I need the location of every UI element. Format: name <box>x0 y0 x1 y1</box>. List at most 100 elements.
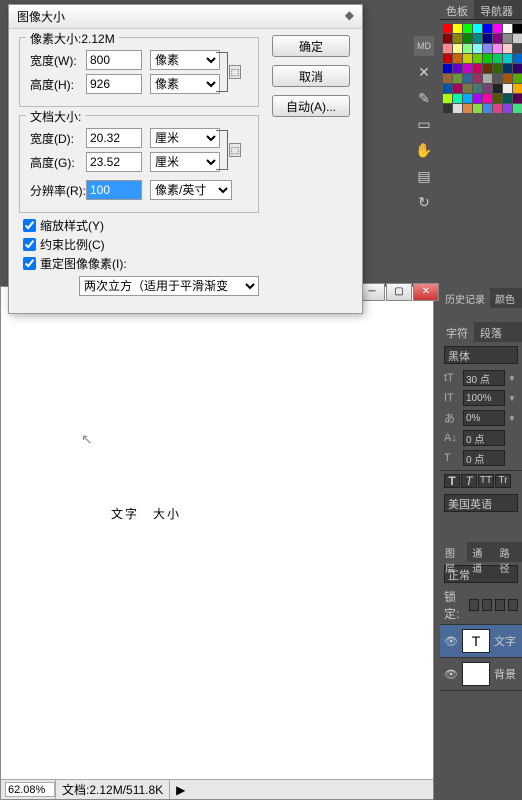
swatch[interactable] <box>453 94 462 103</box>
doc-width-input[interactable] <box>86 128 142 148</box>
swatch[interactable] <box>493 44 502 53</box>
smudge-tool-icon[interactable]: ↻ <box>414 192 434 212</box>
pixel-height-input[interactable] <box>86 74 142 94</box>
scale-styles-checkbox[interactable] <box>23 219 36 232</box>
allcaps-button[interactable]: TT <box>478 474 494 488</box>
swatch[interactable] <box>453 24 462 33</box>
font-family-select[interactable]: 黑体 <box>444 346 518 364</box>
swatch[interactable] <box>473 44 482 53</box>
maximize-button[interactable]: ▢ <box>386 283 412 301</box>
lock-pixels-icon[interactable] <box>482 599 492 611</box>
link-icon[interactable]: ⬚ <box>229 143 241 157</box>
swatch[interactable] <box>503 94 512 103</box>
resolution-unit[interactable]: 像素/英寸 <box>150 180 232 200</box>
dialog-titlebar[interactable]: 图像大小 ◆ <box>9 5 362 29</box>
tracking-input[interactable] <box>463 410 505 426</box>
italic-button[interactable]: T <box>461 474 477 488</box>
dropdown-icon[interactable]: ▼ <box>508 394 516 403</box>
swatch[interactable] <box>463 54 472 63</box>
font-size-input[interactable] <box>463 370 505 386</box>
swatch[interactable] <box>493 104 502 113</box>
swatch[interactable] <box>513 24 522 33</box>
swatch[interactable] <box>503 74 512 83</box>
swatch[interactable] <box>473 34 482 43</box>
swatch[interactable] <box>493 74 502 83</box>
swatch[interactable] <box>453 84 462 93</box>
tab-channels[interactable]: 通道 <box>467 542 494 562</box>
swatch[interactable] <box>443 34 452 43</box>
brush-tool-icon[interactable]: ✎ <box>414 88 434 108</box>
swatch[interactable] <box>503 34 512 43</box>
swatch[interactable] <box>503 44 512 53</box>
bold-button[interactable]: T <box>444 474 460 488</box>
swatch[interactable] <box>473 64 482 73</box>
tab-character[interactable]: 字符 <box>440 322 474 342</box>
swatch[interactable] <box>473 74 482 83</box>
language-select[interactable]: 美国英语 <box>444 494 518 512</box>
swatch[interactable] <box>463 104 472 113</box>
swatch[interactable] <box>453 74 462 83</box>
swatch[interactable] <box>443 54 452 63</box>
kerning-input[interactable] <box>463 450 505 466</box>
swatch[interactable] <box>503 104 512 113</box>
swatch[interactable] <box>463 84 472 93</box>
swatch[interactable] <box>493 24 502 33</box>
tab-layers[interactable]: 图层 <box>440 542 467 562</box>
cancel-button[interactable]: 取消 <box>272 65 350 87</box>
swatch[interactable] <box>463 64 472 73</box>
smallcaps-button[interactable]: Tr <box>495 474 511 488</box>
swatch[interactable] <box>503 64 512 73</box>
swatch[interactable] <box>483 64 492 73</box>
close-button[interactable]: ✕ <box>413 283 439 301</box>
swatch[interactable] <box>453 44 462 53</box>
swatch[interactable] <box>493 84 502 93</box>
status-arrow[interactable]: ▶ <box>169 780 191 799</box>
crossed-tools-icon[interactable]: ✕ <box>414 62 434 82</box>
swatch[interactable] <box>443 74 452 83</box>
pixel-width-input[interactable] <box>86 50 142 70</box>
swatch[interactable] <box>453 54 462 63</box>
tab-history[interactable]: 历史记录 <box>440 288 490 308</box>
swatch[interactable] <box>463 34 472 43</box>
auto-button[interactable]: 自动(A)... <box>272 95 350 117</box>
swatch[interactable] <box>473 84 482 93</box>
swatch[interactable] <box>443 84 452 93</box>
swatch[interactable] <box>463 24 472 33</box>
swatch[interactable] <box>483 104 492 113</box>
leading-input[interactable] <box>463 390 505 406</box>
hand-tool-icon[interactable]: ✋ <box>414 140 434 160</box>
swatch[interactable] <box>483 94 492 103</box>
swatch[interactable] <box>493 34 502 43</box>
swatch[interactable] <box>443 44 452 53</box>
swatch[interactable] <box>483 24 492 33</box>
visibility-icon[interactable]: 👁 <box>444 635 458 647</box>
swatch[interactable] <box>473 24 482 33</box>
lock-position-icon[interactable] <box>495 599 505 611</box>
swatch[interactable] <box>513 54 522 63</box>
constrain-checkbox[interactable] <box>23 238 36 251</box>
swatch[interactable] <box>443 64 452 73</box>
swatch[interactable] <box>503 24 512 33</box>
swatch[interactable] <box>493 94 502 103</box>
dropdown-icon[interactable]: ▼ <box>508 374 516 383</box>
visibility-icon[interactable]: 👁 <box>444 668 458 680</box>
swatch[interactable] <box>503 54 512 63</box>
swatch[interactable] <box>503 84 512 93</box>
link-icon[interactable]: ⬚ <box>229 65 241 79</box>
lock-all-icon[interactable] <box>508 599 518 611</box>
swatch[interactable] <box>493 64 502 73</box>
lock-transparency-icon[interactable] <box>469 599 479 611</box>
swatch[interactable] <box>463 44 472 53</box>
swatch[interactable] <box>453 104 462 113</box>
doc-width-unit[interactable]: 厘米 <box>150 128 220 148</box>
dialog-menu-icon[interactable]: ◆ <box>345 8 354 25</box>
swatch[interactable] <box>513 34 522 43</box>
swatch[interactable] <box>513 84 522 93</box>
tab-swatches[interactable]: 色板 <box>440 0 474 19</box>
ok-button[interactable]: 确定 <box>272 35 350 57</box>
baseline-input[interactable] <box>463 430 505 446</box>
resolution-input[interactable] <box>86 180 142 200</box>
swatch[interactable] <box>513 104 522 113</box>
dropdown-icon[interactable]: ▼ <box>508 414 516 423</box>
swatch[interactable] <box>473 94 482 103</box>
